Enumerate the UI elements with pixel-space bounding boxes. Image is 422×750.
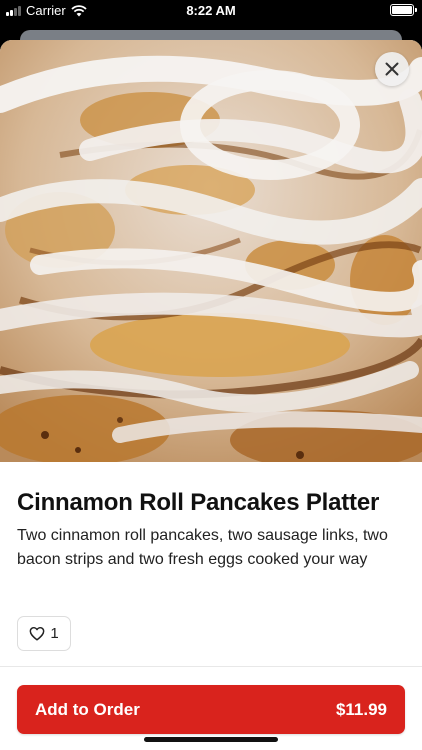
- item-detail-sheet: Cinnamon Roll Pancakes Platter Two cinna…: [0, 40, 422, 750]
- item-image: [0, 40, 422, 462]
- close-button[interactable]: [375, 52, 409, 86]
- add-to-order-label: Add to Order: [35, 699, 140, 719]
- item-info: Cinnamon Roll Pancakes Platter Two cinna…: [17, 488, 405, 572]
- pancake-illustration: [0, 40, 422, 462]
- like-count: 1: [50, 625, 59, 642]
- item-title: Cinnamon Roll Pancakes Platter: [17, 489, 380, 516]
- like-button[interactable]: 1: [17, 616, 71, 651]
- status-time: 8:22 AM: [186, 3, 236, 18]
- home-indicator: [144, 737, 278, 742]
- status-bar: Carrier 8:22 AM: [0, 0, 422, 22]
- item-description: Two cinnamon roll pancakes, two sausage …: [17, 527, 388, 568]
- battery-icon: [390, 4, 417, 16]
- add-to-order-button[interactable]: Add to Order $11.99: [17, 685, 405, 734]
- close-icon: [385, 62, 399, 76]
- heart-icon: [29, 626, 45, 641]
- price-label: $11.99: [335, 699, 387, 719]
- divider: [0, 666, 422, 667]
